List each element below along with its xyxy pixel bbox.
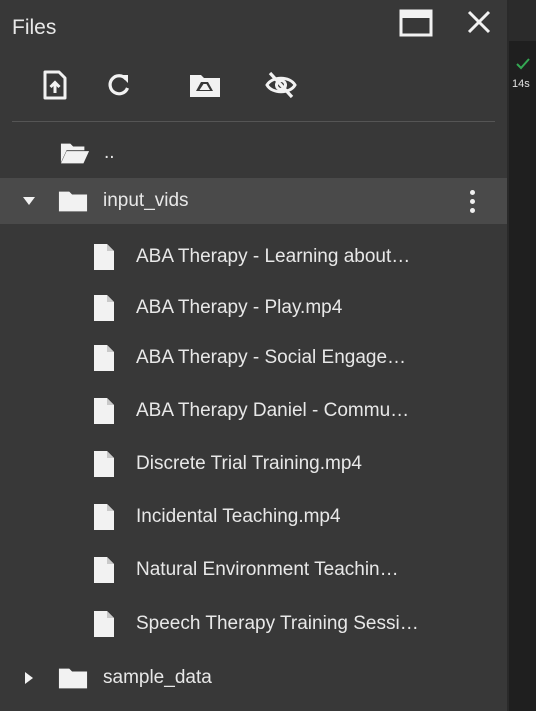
refresh-icon [108,74,129,96]
file-row[interactable]: Incidental Teaching.mp4 [0,494,507,540]
hide-files-button[interactable] [264,68,298,102]
mount-drive-icon [190,75,220,97]
files-panel: Files .. input_vids ABA Therapy - Learni… [0,0,507,711]
kebab-dot [469,207,475,213]
notebook-area [509,0,536,711]
refresh-button[interactable] [102,68,136,102]
upload-button[interactable] [38,68,72,102]
folder-label: sample_data [103,667,212,688]
check-icon [516,58,530,70]
folder-icon [58,188,88,214]
maximize-button[interactable] [398,8,436,42]
upload-file-icon [43,70,67,100]
file-icon [89,611,119,637]
tree-item-input-vids[interactable]: input_vids [0,178,507,224]
panel-title: Files [12,16,57,39]
file-icon [89,295,119,321]
tree-item-sample-data[interactable]: sample_data [0,655,507,701]
tree-item-parent[interactable]: .. [0,130,507,176]
file-icon [89,244,119,270]
file-label: ABA Therapy - Play.mp4 [136,297,343,318]
notebook-toolbar [509,0,536,41]
file-icon [89,345,119,371]
expand-arrow-down-icon[interactable] [22,194,36,208]
maximize-icon [399,9,433,37]
close-icon [467,10,491,34]
file-label: ABA Therapy - Social Engage… [136,347,407,368]
mount-drive-button[interactable] [188,68,222,102]
file-label: Natural Environment Teachin… [136,559,399,580]
file-label: Incidental Teaching.mp4 [136,506,341,527]
expand-arrow-right-icon[interactable] [22,671,36,685]
more-options-button[interactable] [462,185,482,217]
file-row[interactable]: ABA Therapy Daniel - Commu… [0,388,507,434]
folder-icon [58,665,88,691]
colab-window: Files .. input_vids ABA Therapy - Learni… [0,0,536,711]
hide-hidden-files-icon [265,71,297,99]
file-row[interactable]: ABA Therapy - Learning about… [0,234,507,280]
execution-time: 14s [512,78,530,90]
parent-folder-label: .. [104,142,115,163]
close-button[interactable] [464,8,494,42]
kebab-dot [469,198,475,204]
kebab-dot [469,189,475,195]
file-label: ABA Therapy - Learning about… [136,246,411,267]
file-row[interactable]: ABA Therapy - Social Engage… [0,335,507,381]
file-icon [89,451,119,477]
open-folder-icon [60,140,90,166]
folder-label: input_vids [103,190,189,211]
file-label: ABA Therapy Daniel - Commu… [136,400,410,421]
file-row[interactable]: Speech Therapy Training Sessi… [0,601,507,647]
file-icon [89,398,119,424]
file-label: Speech Therapy Training Sessi… [136,613,419,634]
file-row[interactable]: Discrete Trial Training.mp4 [0,441,507,487]
toolbar-divider [12,121,495,122]
file-icon [89,557,119,583]
file-icon [89,504,119,530]
file-label: Discrete Trial Training.mp4 [136,453,362,474]
file-row[interactable]: ABA Therapy - Play.mp4 [0,285,507,331]
file-row[interactable]: Natural Environment Teachin… [0,547,507,593]
